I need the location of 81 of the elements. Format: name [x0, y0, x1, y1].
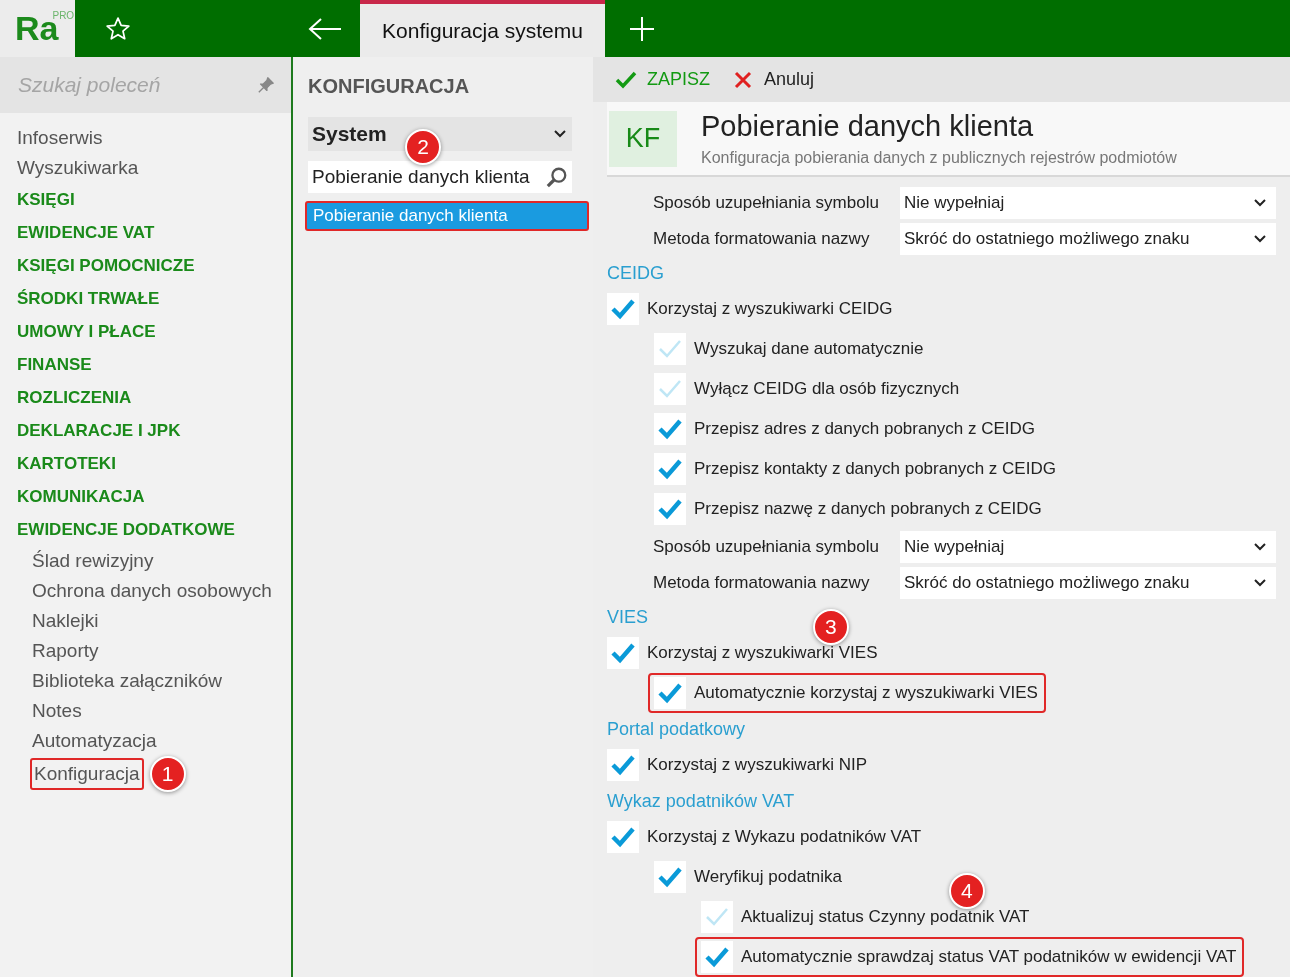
- menu-item[interactable]: Naklejki: [32, 606, 99, 636]
- section-heading: Portal podatkowy: [607, 718, 746, 741]
- menu-section[interactable]: FINANSE: [17, 348, 92, 381]
- checkbox-label: Przepisz nazwę z danych pobranych z CEIDG: [694, 499, 1042, 519]
- menu-section[interactable]: DEKLARACJE I JPK: [17, 414, 181, 447]
- checkbox[interactable]: [701, 901, 733, 933]
- checkbox[interactable]: [607, 637, 639, 669]
- checkbox[interactable]: [654, 493, 686, 525]
- tab[interactable]: Konfiguracja systemu: [360, 0, 605, 57]
- checkbox-label: Przepisz kontakty z danych pobranych z CEIDG: [694, 459, 1056, 479]
- cancel-button[interactable]: Anuluj: [726, 65, 821, 95]
- checkbox[interactable]: [607, 749, 639, 781]
- menu-section[interactable]: EWIDENCJE VAT: [17, 216, 155, 249]
- menu-section[interactable]: KSIĘGI: [17, 183, 75, 216]
- page-subtitle: Konfiguracja pobierania danych z publicznych rejestrów podmiotów: [701, 149, 1177, 168]
- checkbox[interactable]: [654, 373, 686, 405]
- dropdown[interactable]: Skróć do ostatniego możliwego znaku: [900, 567, 1276, 599]
- close-icon: [732, 70, 754, 89]
- menu-item[interactable]: Automatyzacja: [32, 726, 157, 756]
- checkbox[interactable]: [654, 861, 686, 893]
- step-number: 3: [812, 609, 849, 645]
- menu-item[interactable]: Konfiguracja: [30, 758, 144, 790]
- check-icon: [615, 70, 637, 89]
- chevron-icon: [1254, 579, 1266, 587]
- menu-section[interactable]: ŚRODKI TRWAŁE: [17, 282, 160, 315]
- search-field[interactable]: Pobieranie danych klienta: [308, 161, 572, 193]
- chevron-icon: [1254, 199, 1266, 207]
- checkbox[interactable]: [701, 941, 733, 973]
- section-heading: CEIDG: [607, 262, 664, 285]
- menu-section[interactable]: KOMUNIKACJA: [17, 480, 145, 513]
- field-label: Sposób uzupełniania symbolu: [653, 193, 880, 213]
- checkbox[interactable]: [654, 677, 686, 709]
- menu-item[interactable]: Ochrona danych osobowych: [32, 576, 272, 606]
- module-badge: KF: [609, 110, 677, 167]
- search-icon[interactable]: [546, 166, 568, 188]
- dropdown[interactable]: Skróć do ostatniego możliwego znaku: [900, 223, 1276, 255]
- checkbox[interactable]: [607, 293, 639, 325]
- search-input[interactable]: Szukaj poleceń: [18, 73, 257, 97]
- checkbox-label: Wyłącz CEIDG dla osób fizycznych: [694, 379, 960, 399]
- menu-section[interactable]: ROZLICZENIA: [17, 381, 132, 414]
- checkbox[interactable]: [607, 821, 639, 853]
- search-field[interactable]: Szukaj poleceń: [0, 57, 291, 113]
- dropdown[interactable]: Nie wypełniaj: [900, 531, 1276, 563]
- checkbox-label: Korzystaj z wyszukiwarki NIP: [647, 755, 868, 775]
- panel-title: KONFIGURACJA: [307, 74, 471, 99]
- checkbox[interactable]: [654, 333, 686, 365]
- section-heading: Wykaz podatników VAT: [607, 790, 795, 813]
- checkbox-label: Weryfikuj podatnika: [694, 867, 843, 887]
- checkbox-label: Korzystaj z Wykazu podatników VAT: [647, 827, 922, 847]
- chevron-icon: [1254, 235, 1266, 243]
- menu-item[interactable]: Raporty: [32, 636, 99, 666]
- chevron-icon: [1254, 543, 1266, 551]
- dropdown[interactable]: Nie wypełniaj: [900, 187, 1276, 219]
- field-label: Sposób uzupełniania symbolu: [653, 537, 880, 557]
- menu-item[interactable]: Biblioteka załączników: [32, 666, 223, 696]
- checkbox-label: Wyszukaj dane automatycznie: [694, 339, 924, 359]
- checkbox-label: Automatycznie korzystaj z wyszukiwarki VIES: [694, 683, 1038, 703]
- menu-section[interactable]: KSIĘGI POMOCNICZE: [17, 249, 195, 282]
- checkbox-label: Korzystaj z wyszukiwarki CEIDG: [647, 299, 893, 319]
- step-number: 4: [948, 873, 985, 909]
- chevron-icon: [554, 130, 566, 138]
- menu-section[interactable]: KARTOTEKI: [17, 447, 116, 480]
- checkbox-label: Automatycznie sprawdzaj status VAT podatników w ewidencji VAT: [741, 947, 1237, 967]
- field-label: Metoda formatowania nazwy: [653, 229, 871, 249]
- menu-section[interactable]: UMOWY I PŁACE: [17, 315, 156, 348]
- menu-section[interactable]: EWIDENCJE DODATKOWE: [17, 513, 235, 546]
- field-label: Metoda formatowania nazwy: [653, 573, 871, 593]
- checkbox-label: Przepisz adres z danych pobranych z CEIDG: [694, 419, 1036, 439]
- step-number: 1: [149, 756, 186, 792]
- menu-item[interactable]: Notes: [32, 696, 82, 726]
- checkbox[interactable]: [654, 413, 686, 445]
- checkbox[interactable]: [654, 453, 686, 485]
- page-title: Pobieranie danych klienta: [701, 110, 1035, 144]
- menu-item[interactable]: Wyszukiwarka: [17, 153, 139, 183]
- section-heading: VIES: [607, 606, 649, 629]
- menu-item[interactable]: Infoserwis: [17, 123, 103, 153]
- menu-item[interactable]: Ślad rewizyjny: [32, 546, 154, 576]
- star-icon[interactable]: [105, 15, 131, 42]
- pin-icon[interactable]: [257, 76, 275, 94]
- plus-icon[interactable]: [629, 15, 655, 42]
- back-arrow-icon[interactable]: [308, 16, 342, 41]
